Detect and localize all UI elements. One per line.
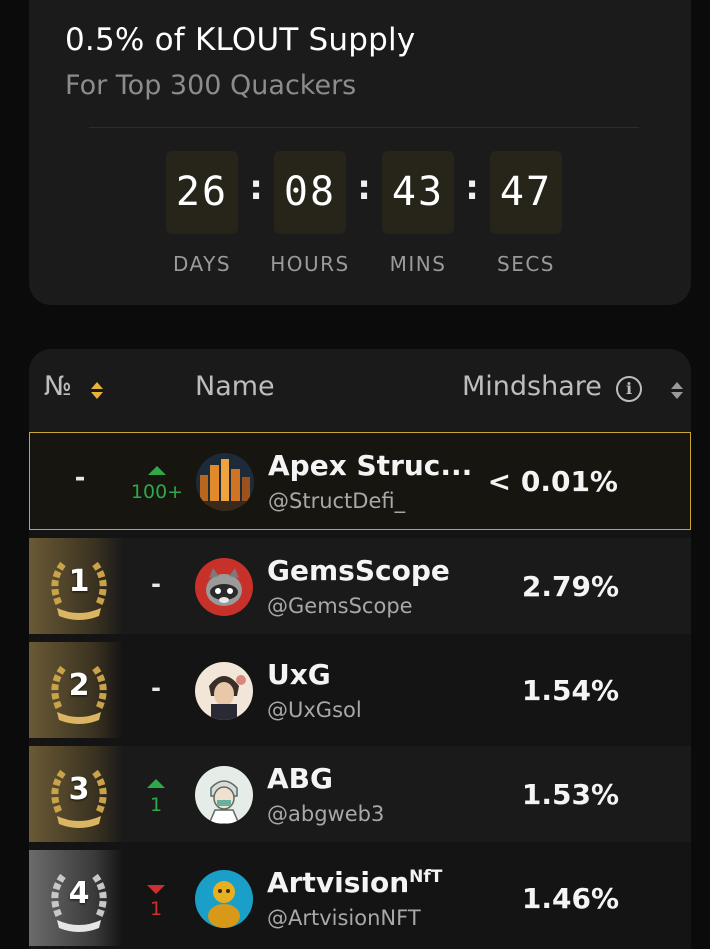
- countdown-hours: 08: [274, 151, 346, 234]
- user-name[interactable]: ArtvisionNfT: [267, 866, 442, 899]
- rank-value: -: [74, 463, 86, 493]
- rank-change: -: [123, 642, 189, 738]
- reward-title: 0.5% of KLOUT Supply: [65, 22, 416, 58]
- user-name[interactable]: ABG: [267, 762, 333, 795]
- rank-change: 1: [123, 746, 189, 842]
- rank-change-value: 100+: [130, 481, 184, 503]
- city-avatar-icon[interactable]: [196, 453, 254, 511]
- rank-change-value: 1: [149, 898, 163, 920]
- mindshare-value: 1.53%: [521, 778, 619, 811]
- user-name-superscript: NfT: [409, 867, 443, 887]
- user-name[interactable]: GemsScope: [267, 554, 450, 587]
- name-column-header: Name: [195, 371, 275, 402]
- countdown-secs-label: SECS: [497, 252, 555, 276]
- countdown-separator: :: [357, 168, 371, 208]
- leaderboard-table: № Name Mindshare i - 100+ Apex Struc... …: [29, 349, 691, 949]
- countdown-separator: :: [465, 168, 479, 208]
- mindshare-column-header[interactable]: Mindshare: [462, 371, 602, 402]
- user-handle[interactable]: @StructDefi_: [268, 489, 405, 513]
- card-divider: [89, 127, 639, 128]
- rank-badge: 4: [29, 850, 123, 946]
- rank-change-value: 1: [149, 794, 163, 816]
- user-name-text: Artvision: [267, 866, 410, 899]
- user-name[interactable]: Apex Struc...: [268, 449, 472, 482]
- rank-change: -: [123, 538, 189, 634]
- user-handle[interactable]: @GemsScope: [267, 594, 413, 618]
- countdown-mins: 43: [382, 151, 454, 234]
- rank-down-arrow-icon: [147, 885, 165, 894]
- rank-badge: 1: [29, 538, 123, 634]
- countdown-hours-label: HOURS: [270, 252, 350, 276]
- rank-change: 1: [123, 850, 189, 946]
- countdown-days-label: DAYS: [172, 252, 232, 276]
- anime-character-avatar-icon[interactable]: [195, 662, 253, 720]
- masked-character-avatar-icon[interactable]: [195, 766, 253, 824]
- raccoon-avatar-icon[interactable]: [195, 558, 253, 616]
- reward-subtitle: For Top 300 Quackers: [65, 70, 357, 101]
- table-row[interactable]: 1 - GemsScope @GemsScope 2.79%: [29, 538, 691, 634]
- mindshare-value: 2.79%: [521, 570, 619, 603]
- info-icon[interactable]: i: [616, 376, 642, 402]
- table-header: № Name Mindshare i: [29, 349, 691, 432]
- rank-value: 1: [68, 564, 90, 599]
- rank-badge: 2: [29, 642, 123, 738]
- mindshare-value: 1.54%: [521, 674, 619, 707]
- golden-figure-avatar-icon[interactable]: [195, 870, 253, 928]
- table-row[interactable]: - 100+ Apex Struc... @StructDefi_ < 0.01…: [29, 432, 691, 530]
- rank-column-header[interactable]: №: [44, 371, 72, 402]
- rank-badge: 3: [29, 746, 123, 842]
- rank-value: 3: [68, 772, 90, 807]
- rank-value: 4: [68, 876, 90, 911]
- mindshare-value: 1.46%: [521, 882, 619, 915]
- user-handle[interactable]: @abgweb3: [267, 802, 384, 826]
- table-row[interactable]: 4 1 ArtvisionNfT @ArtvisionNFT 1.46%: [29, 850, 691, 946]
- user-name[interactable]: UxG: [267, 658, 331, 691]
- rank-up-arrow-icon: [148, 466, 166, 475]
- countdown-mins-label: MINS: [389, 252, 447, 276]
- table-row[interactable]: 2 - UxG @UxGsol 1.54%: [29, 642, 691, 738]
- mindshare-sort-icon[interactable]: [671, 382, 683, 400]
- user-handle[interactable]: @UxGsol: [267, 698, 362, 722]
- countdown-separator: :: [249, 168, 263, 208]
- rank-value: 2: [68, 668, 90, 703]
- rank-up-arrow-icon: [147, 779, 165, 788]
- rank-sort-icon[interactable]: [91, 382, 103, 400]
- reward-countdown-card: 0.5% of KLOUT Supply For Top 300 Quacker…: [29, 0, 691, 305]
- rank-change-value: -: [151, 570, 161, 598]
- rank-change: 100+: [124, 433, 190, 529]
- table-row[interactable]: 3 1 ABG @abgweb3 1.53%: [29, 746, 691, 842]
- user-handle[interactable]: @ArtvisionNFT: [267, 906, 421, 930]
- rank-change-value: -: [151, 674, 161, 702]
- countdown-days: 26: [166, 151, 238, 234]
- mindshare-value: < 0.01%: [487, 465, 618, 498]
- countdown-secs: 47: [490, 151, 562, 234]
